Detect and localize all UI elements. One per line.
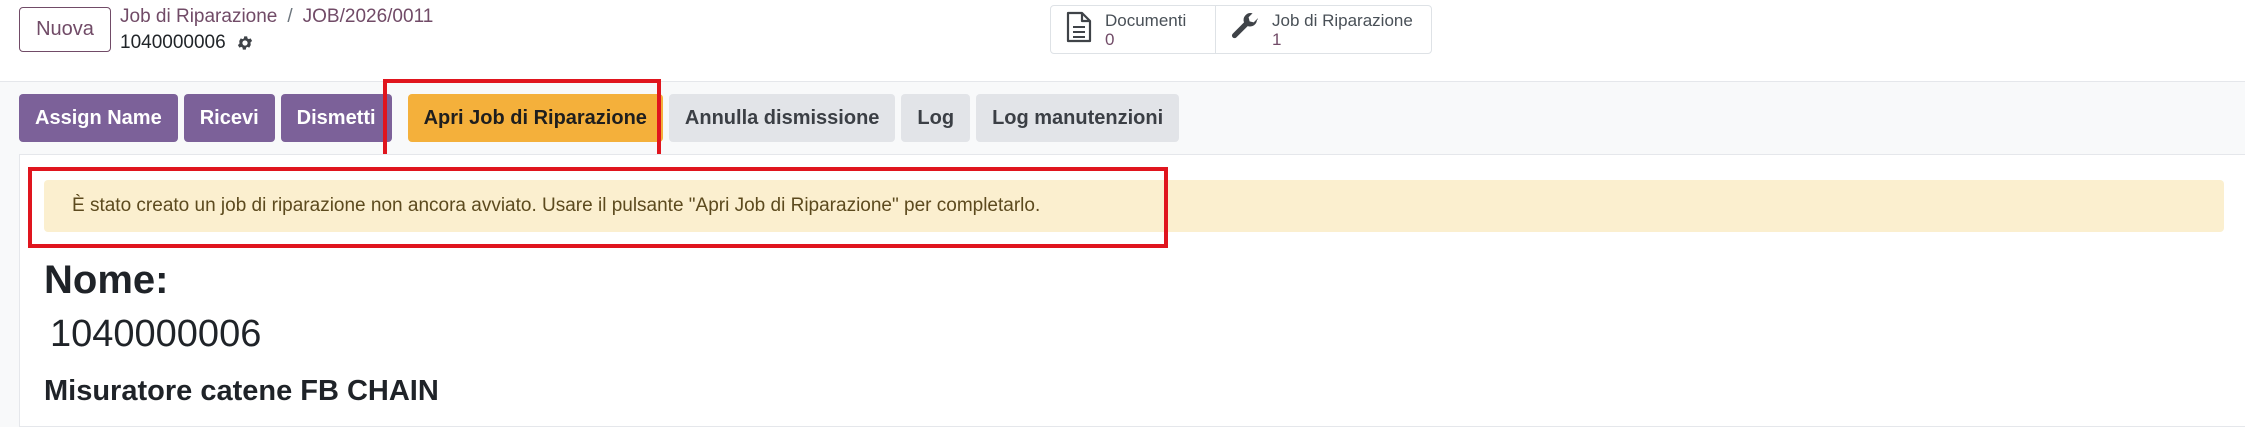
- smart-button-count: 0: [1105, 29, 1115, 49]
- new-button[interactable]: Nuova: [19, 7, 111, 52]
- record-title: 1040000006: [120, 32, 254, 54]
- highlight-box-button: [383, 79, 661, 158]
- wrench-icon: [1230, 12, 1260, 47]
- assign-name-button[interactable]: Assign Name: [19, 94, 178, 142]
- control-panel: Nuova Job di Riparazione / JOB/2026/0011…: [0, 0, 2245, 82]
- maintenance-log-button[interactable]: Log manutenzioni: [976, 94, 1180, 142]
- gear-icon[interactable]: [236, 34, 254, 52]
- equipment-subtitle: Misuratore catene FB CHAIN: [44, 375, 439, 407]
- cancel-decommission-button[interactable]: Annulla dismissione: [668, 94, 896, 142]
- highlight-box-alert: [28, 167, 1168, 248]
- smart-button-repair-jobs[interactable]: Job di Riparazione 1: [1215, 6, 1431, 53]
- smart-button-label: Job di Riparazione: [1272, 10, 1413, 30]
- dismetti-button[interactable]: Dismetti: [280, 94, 392, 142]
- record-id: 1040000006: [120, 32, 226, 53]
- ricevi-button[interactable]: Ricevi: [183, 94, 275, 142]
- smart-button-label: Documenti: [1105, 10, 1187, 30]
- breadcrumb-parent-link[interactable]: Job di Riparazione: [120, 6, 277, 28]
- document-icon: [1065, 11, 1093, 48]
- smart-buttons: Documenti 0 Job di Riparazione 1: [1050, 5, 1432, 54]
- log-button[interactable]: Log: [901, 94, 971, 142]
- smart-button-documents[interactable]: Documenti 0: [1051, 6, 1215, 53]
- smart-button-count: 1: [1272, 29, 1282, 49]
- breadcrumb: Job di Riparazione / JOB/2026/0011: [120, 6, 433, 28]
- name-value: 1040000006: [50, 313, 262, 355]
- breadcrumb-separator: /: [287, 6, 293, 27]
- name-label: Nome:: [44, 258, 169, 302]
- breadcrumb-current[interactable]: JOB/2026/0011: [303, 6, 434, 28]
